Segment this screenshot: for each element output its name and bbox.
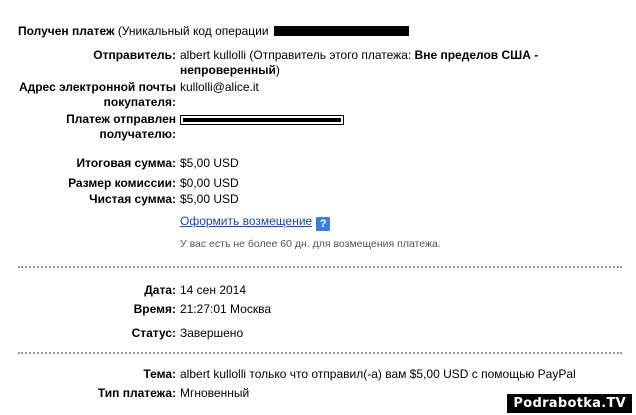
fee-label: Размер комиссии:	[68, 176, 176, 190]
fee-value: $0,00 USD	[180, 176, 239, 190]
refund-link-container: Оформить возмещение?	[180, 214, 600, 231]
email-label: Адрес электронной почты покупателя:	[19, 80, 176, 110]
sender-suffix: )	[275, 63, 280, 77]
total-label: Итоговая сумма:	[76, 156, 176, 170]
net-label: Чистая сумма:	[89, 192, 176, 206]
header-title: Получен платеж	[18, 24, 115, 38]
recipient-label-line1: Платеж отправлен	[66, 112, 176, 126]
issue-refund-link[interactable]: Оформить возмещение	[180, 214, 312, 228]
divider-1	[18, 266, 622, 268]
recipient-value	[180, 112, 600, 127]
header-subtitle: (Уникальный код операции	[117, 24, 269, 38]
subject-label: Тема:	[143, 367, 176, 381]
total-value: $5,00 USD	[180, 156, 239, 170]
time-label: Время:	[133, 302, 176, 316]
time-value: 21:27:01 Москва	[180, 302, 272, 316]
redacted-transaction-id	[273, 25, 409, 36]
recipient-label: Платеж отправлен получателю:	[66, 112, 176, 142]
sender-label: Отправитель:	[93, 48, 176, 62]
redacted-recipient-email	[180, 115, 344, 125]
help-icon[interactable]: ?	[316, 217, 331, 231]
watermark: Podrabotka.TV	[507, 394, 632, 413]
email-value: kullolli@alice.it	[180, 80, 259, 94]
recipient-label-line2: получателю:	[99, 127, 176, 141]
email-label-line1: Адрес электронной почты	[18, 80, 176, 94]
subject-value: albert kullolli только что отправил(-а) …	[180, 367, 576, 381]
sender-name: albert kullolli (Отправитель этого плате…	[180, 48, 415, 62]
date-label: Дата:	[144, 283, 176, 297]
status-label: Статус:	[131, 326, 176, 340]
status-value: Завершено	[180, 326, 244, 340]
refund-note: У вас есть не более 60 дн. для возмещени…	[180, 238, 441, 250]
net-value: $5,00 USD	[180, 192, 239, 206]
date-value: 14 сен 2014	[180, 283, 247, 297]
payment-type-label: Тип платежа:	[97, 386, 176, 400]
divider-2	[18, 352, 622, 354]
sender-value: albert kullolli (Отправитель этого плате…	[180, 48, 600, 78]
payment-received-header: Получен платеж (Уникальный код операции	[18, 24, 409, 38]
email-label-line2: покупателя:	[103, 95, 176, 109]
